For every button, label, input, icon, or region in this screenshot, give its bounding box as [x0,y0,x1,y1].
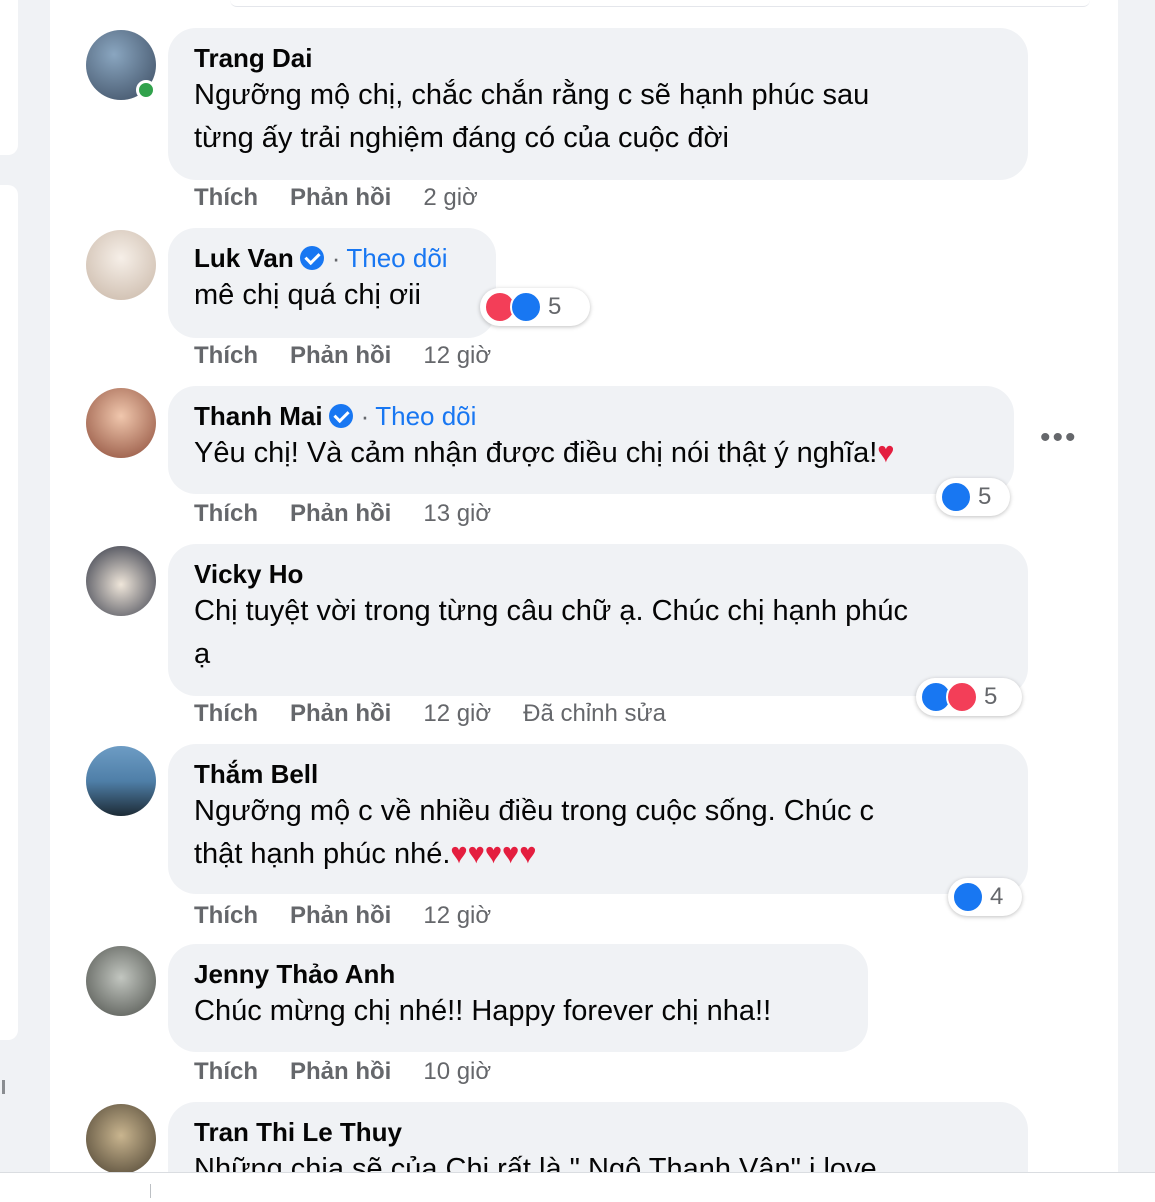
online-status-dot [136,80,156,100]
comment-text-line: mê chị quá chị ơii [194,279,421,311]
reply-link[interactable]: Phản hồi [290,500,391,527]
more-options-icon[interactable]: ••• [1040,423,1078,453]
like-reaction-icon [952,881,984,913]
comment-text-line: Chị tuyệt vời trong từng câu chữ ạ. Chúc… [194,595,908,627]
reply-link[interactable]: Phản hồi [290,1058,391,1085]
comment-author[interactable]: Luk Van [194,243,294,273]
comment-actions: Thích Phản hồi 10 giờ [194,1058,523,1086]
verified-badge-icon [299,246,324,270]
follow-link[interactable]: Theo dõi [375,401,476,431]
comment-author[interactable]: Trang Dai [194,42,1002,74]
comment-author[interactable]: Vicky Ho [194,558,1002,590]
previous-comment-edge [230,0,1090,7]
comment-bubble: Thắm Bell Ngưỡng mộ c về nhiều điều tron… [168,744,1028,894]
reply-link[interactable]: Phản hồi [290,902,391,929]
avatar[interactable] [86,946,156,1016]
left-panel-card [0,0,18,155]
like-link[interactable]: Thích [194,184,258,211]
comment-text-line: thật hạnh phúc nhé. [194,838,451,870]
heart-emoji-icon: ♥ [877,437,895,469]
comment-time[interactable]: 13 giờ [423,500,491,527]
comment-time[interactable]: 10 giờ [423,1058,491,1085]
reply-link[interactable]: Phản hồi [290,700,391,727]
comment-actions: Thích Phản hồi 2 giờ [194,184,510,212]
comment-text-row: Yêu chị! Và cảm nhận được điều chị nói t… [194,432,988,475]
comment-author-row: Thanh Mai · Theo dõi [194,400,988,432]
comments-panel: Trang Dai Ngưỡng mộ chị, chắc chắn rằng … [50,0,1118,1172]
avatar[interactable] [86,388,156,458]
text-cursor [150,1184,151,1198]
avatar[interactable] [86,230,156,300]
like-link[interactable]: Thích [194,700,258,727]
reply-link[interactable]: Phản hồi [290,184,391,211]
separator-dot: · [331,243,341,273]
like-link[interactable]: Thích [194,342,258,369]
avatar[interactable] [86,1104,156,1172]
bottom-bar [0,1172,1155,1202]
comment-text-line: Những chia sẽ của Chị rất là " Ngô Thanh… [194,1153,877,1172]
comment-time[interactable]: 12 giờ [423,700,491,727]
comment-bubble: Vicky Ho Chị tuyệt vời trong từng câu ch… [168,544,1028,696]
comment-author[interactable]: Thắm Bell [194,758,1002,790]
edited-label[interactable]: Đã chỉnh sửa [523,700,666,727]
comment-author[interactable]: Jenny Thảo Anh [194,958,842,990]
like-link[interactable]: Thích [194,902,258,929]
comment-actions: Thích Phản hồi 12 giờ [194,342,523,370]
separator-dot: · [360,401,370,431]
comment-actions: Thích Phản hồi 12 giờ [194,902,523,930]
comment-author[interactable]: Thanh Mai [194,401,323,431]
like-link[interactable]: Thích [194,1058,258,1085]
comment-text-line: ạ [194,638,211,670]
avatar[interactable] [86,546,156,616]
follow-link[interactable]: Theo dõi [346,243,447,273]
comment-bubble: Tran Thi Le Thuy Những chia sẽ của Chị r… [168,1102,1028,1172]
verified-badge-icon [328,404,353,428]
right-scroll-area [1118,0,1155,1172]
comment-author-row: Luk Van · Theo dõi [194,242,470,274]
like-link[interactable]: Thích [194,500,258,527]
heart-emoji-icon: ♥♥♥♥♥ [450,838,537,870]
comment-bubble: Trang Dai Ngưỡng mộ chị, chắc chắn rằng … [168,28,1028,180]
reaction-summary[interactable]: 5 [936,478,1010,516]
like-reaction-icon [940,481,972,513]
like-reaction-icon [510,291,542,323]
comment-actions: Thích Phản hồi 12 giờ Đã chỉnh sửa [194,700,698,728]
avatar[interactable] [86,746,156,816]
reaction-count: 5 [548,293,562,320]
reaction-count: 4 [990,883,1004,910]
comment-bubble: Luk Van · Theo dõi mê chị quá chị ơii [168,228,496,338]
comment-time[interactable]: 12 giờ [423,342,491,369]
reply-link[interactable]: Phản hồi [290,342,391,369]
love-reaction-icon [946,681,978,713]
comment-text-line: Ngưỡng mộ c về nhiều điều trong cuộc sốn… [194,795,875,827]
reaction-summary[interactable]: 5 [480,288,590,326]
comment-bubble: Jenny Thảo Anh Chúc mừng chị nhé!! Happy… [168,944,868,1052]
comment-text-line: từng ấy trải nghiệm đáng có của cuộc đời [194,122,729,154]
reaction-summary[interactable]: 4 [948,878,1022,916]
comment-text-row: thật hạnh phúc nhé.♥♥♥♥♥ [194,833,1002,876]
comment-bubble: Thanh Mai · Theo dõi Yêu chị! Và cảm nhận … [168,386,1014,494]
comment-author[interactable]: Tran Thi Le Thuy [194,1116,1002,1148]
left-panel-card [0,185,18,1040]
comment-text-line: Yêu chị! Và cảm nhận được điều chị nói t… [194,437,878,469]
reaction-summary[interactable]: 5 [916,678,1022,716]
comment-text-line: Chúc mừng chị nhé!! Happy forever chị nh… [194,995,772,1027]
reaction-count: 5 [984,683,998,710]
comment-actions: Thích Phản hồi 13 giờ [194,500,523,528]
reaction-count: 5 [978,483,992,510]
left-edge-mark [2,1080,5,1094]
comment-time[interactable]: 2 giờ [423,184,477,211]
comment-time[interactable]: 12 giờ [423,902,491,929]
comment-text-line: Ngưỡng mộ chị, chắc chắn rằng c sẽ hạnh … [194,79,870,111]
